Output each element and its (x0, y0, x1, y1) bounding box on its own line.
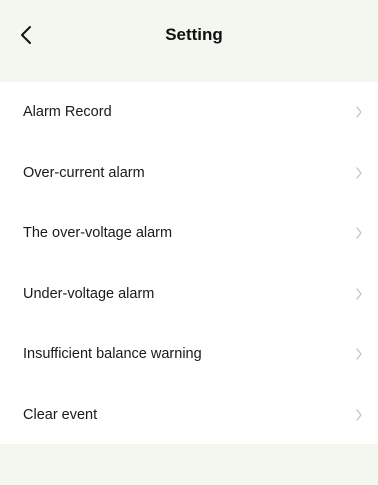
settings-item-insufficient-balance-warning[interactable]: Insufficient balance warning (0, 324, 378, 385)
chevron-right-icon (356, 409, 362, 421)
settings-item-over-current-alarm[interactable]: Over-current alarm (0, 143, 378, 204)
settings-item-label: Clear event (23, 406, 98, 423)
chevron-right-icon (356, 288, 362, 300)
chevron-right-icon (356, 348, 362, 360)
page-title: Setting (165, 25, 223, 44)
chevron-right-icon (356, 106, 362, 118)
settings-list: Alarm Record Over-current alarm The over… (0, 82, 378, 444)
chevron-right-icon (356, 227, 362, 239)
settings-item-label: Over-current alarm (23, 164, 145, 181)
settings-item-alarm-record[interactable]: Alarm Record (0, 82, 378, 143)
chevron-right-icon (356, 167, 362, 179)
settings-item-label: The over-voltage alarm (23, 225, 173, 242)
top-bar: Setting (0, 0, 378, 82)
settings-item-over-voltage-alarm[interactable]: The over-voltage alarm (0, 203, 378, 264)
settings-item-label: Insufficient balance warning (23, 346, 202, 363)
settings-item-label: Alarm Record (23, 104, 112, 121)
settings-item-clear-event[interactable]: Clear event (0, 385, 378, 446)
settings-item-label: Under-voltage alarm (23, 285, 155, 302)
settings-item-under-voltage-alarm[interactable]: Under-voltage alarm (0, 264, 378, 325)
